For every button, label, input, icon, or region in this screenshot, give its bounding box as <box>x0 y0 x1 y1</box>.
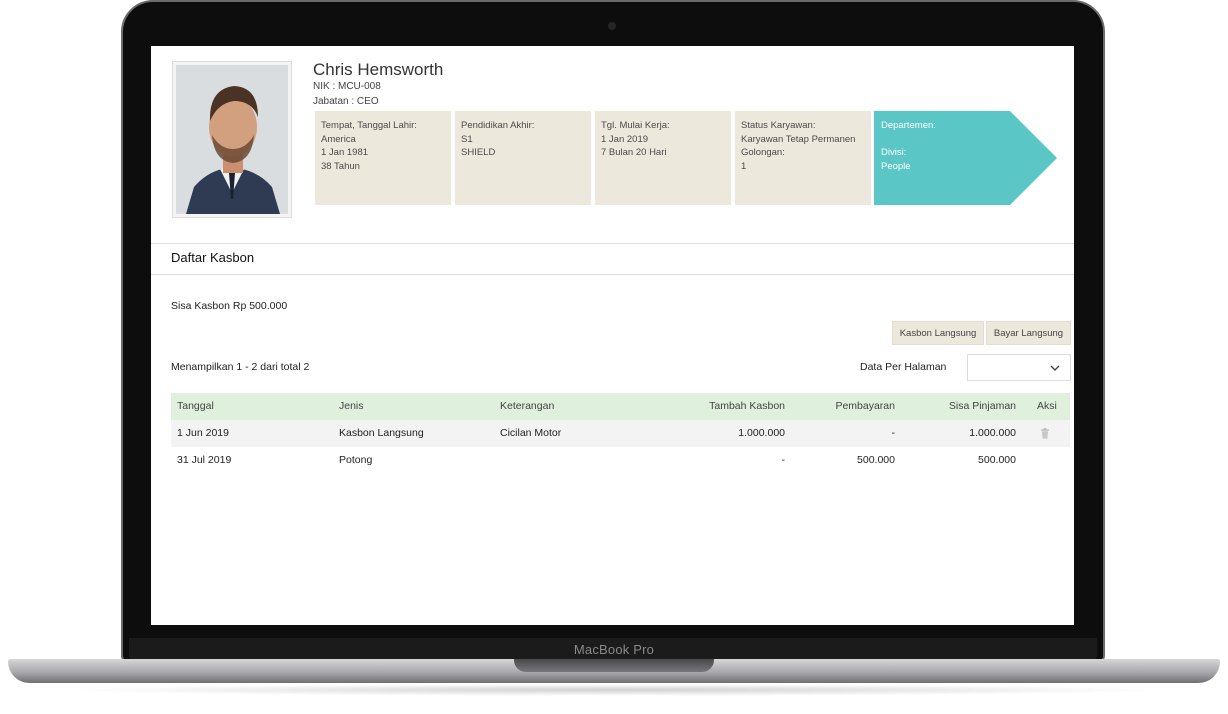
info-value: 1 <box>741 160 747 172</box>
cell-jenis: Kasbon Langsung <box>339 427 424 439</box>
laptop-notch <box>514 659 714 672</box>
info-value: 1 Jan 1981 <box>321 147 369 158</box>
column-header[interactable]: Jenis <box>339 393 364 420</box>
app-screen: Chris Hemsworth NIK : MCU-008 Jabatan : … <box>151 46 1074 625</box>
info-value: Karyawan Tetap Permanen <box>741 133 856 145</box>
cell-sisa-pinjaman: 1.000.000 <box>969 427 1016 439</box>
info-box-status: Status Karyawan: Karyawan Tetap Permanen… <box>735 111 871 205</box>
info-value: Golongan: <box>741 147 785 158</box>
column-header[interactable]: Tanggal <box>177 393 214 420</box>
department-label: Departemen: <box>881 120 936 131</box>
cell-tanggal: 31 Jul 2019 <box>177 454 232 466</box>
person-portrait-icon <box>176 65 288 214</box>
info-label: Tempat, Tanggal Lahir: <box>321 120 417 131</box>
column-header[interactable]: Sisa Pinjaman <box>916 393 1016 420</box>
divisi-value: People <box>881 160 911 172</box>
cell-tambah-kasbon: - <box>781 454 786 466</box>
pagination-summary: Menampilkan 1 - 2 dari total 2 <box>171 361 310 373</box>
camera-dot <box>608 22 616 30</box>
info-box-start-date: Tgl. Mulai Kerja: 1 Jan 2019 7 Bulan 20 … <box>595 111 731 205</box>
info-value: S1 <box>461 133 473 145</box>
info-value: SHIELD <box>461 147 496 158</box>
sisa-kasbon-text: Sisa Kasbon Rp 500.000 <box>171 300 288 312</box>
per-page-select[interactable] <box>967 354 1071 381</box>
info-box-education: Pendidikan Akhir: S1 SHIELD <box>455 111 591 205</box>
section-divider <box>151 243 1074 244</box>
column-header[interactable]: Pembayaran <box>795 393 895 420</box>
info-value: 7 Bulan 20 Hari <box>601 147 667 158</box>
department-arrow-box: Departemen: Divisi: People <box>874 111 1057 205</box>
trash-icon[interactable] <box>1040 428 1050 439</box>
divisi-label: Divisi: <box>881 147 907 158</box>
cell-pembayaran: - <box>891 427 896 439</box>
kasbon-table: Tanggal Jenis Keterangan Tambah Kasbon P… <box>171 393 1070 474</box>
info-value: 38 Tahun <box>321 160 360 172</box>
table-row: 31 Jul 2019 Potong - 500.000 500.000 <box>171 447 1070 474</box>
info-value: America <box>321 133 356 145</box>
section-title: Daftar Kasbon <box>171 250 255 265</box>
column-header: Aksi <box>1037 400 1057 412</box>
info-value: 1 Jan 2019 <box>601 133 649 145</box>
employee-photo <box>172 61 292 218</box>
cell-keterangan: Cicilan Motor <box>500 427 562 439</box>
column-header[interactable]: Tambah Kasbon <box>685 393 785 420</box>
table-header: Tanggal Jenis Keterangan Tambah Kasbon P… <box>171 393 1070 420</box>
chevron-down-icon <box>1050 365 1060 371</box>
laptop-brand-label: MacBook Pro <box>573 642 655 657</box>
laptop-shadow <box>60 684 1168 696</box>
cell-jenis: Potong <box>339 454 373 466</box>
info-label: Status Karyawan: <box>741 120 816 131</box>
section-divider <box>151 274 1074 275</box>
kasbon-langsung-button[interactable]: Kasbon Langsung <box>892 321 984 345</box>
info-label: Tgl. Mulai Kerja: <box>601 120 670 131</box>
employee-nik: NIK : MCU-008 <box>313 81 381 92</box>
info-box-birth: Tempat, Tanggal Lahir: America 1 Jan 198… <box>315 111 451 205</box>
cell-tambah-kasbon: 1.000.000 <box>738 427 785 439</box>
employee-name: Chris Hemsworth <box>313 60 444 79</box>
bayar-langsung-button[interactable]: Bayar Langsung <box>986 321 1071 345</box>
cell-pembayaran: 500.000 <box>857 454 895 466</box>
per-page-label: Data Per Halaman <box>860 361 947 373</box>
table-row: 1 Jun 2019 Kasbon Langsung Cicilan Motor… <box>171 420 1070 447</box>
column-header[interactable]: Keterangan <box>500 393 554 420</box>
employee-jabatan: Jabatan : CEO <box>313 96 379 107</box>
info-label: Pendidikan Akhir: <box>461 120 535 131</box>
cell-tanggal: 1 Jun 2019 <box>177 427 229 439</box>
cell-sisa-pinjaman: 500.000 <box>978 454 1016 466</box>
